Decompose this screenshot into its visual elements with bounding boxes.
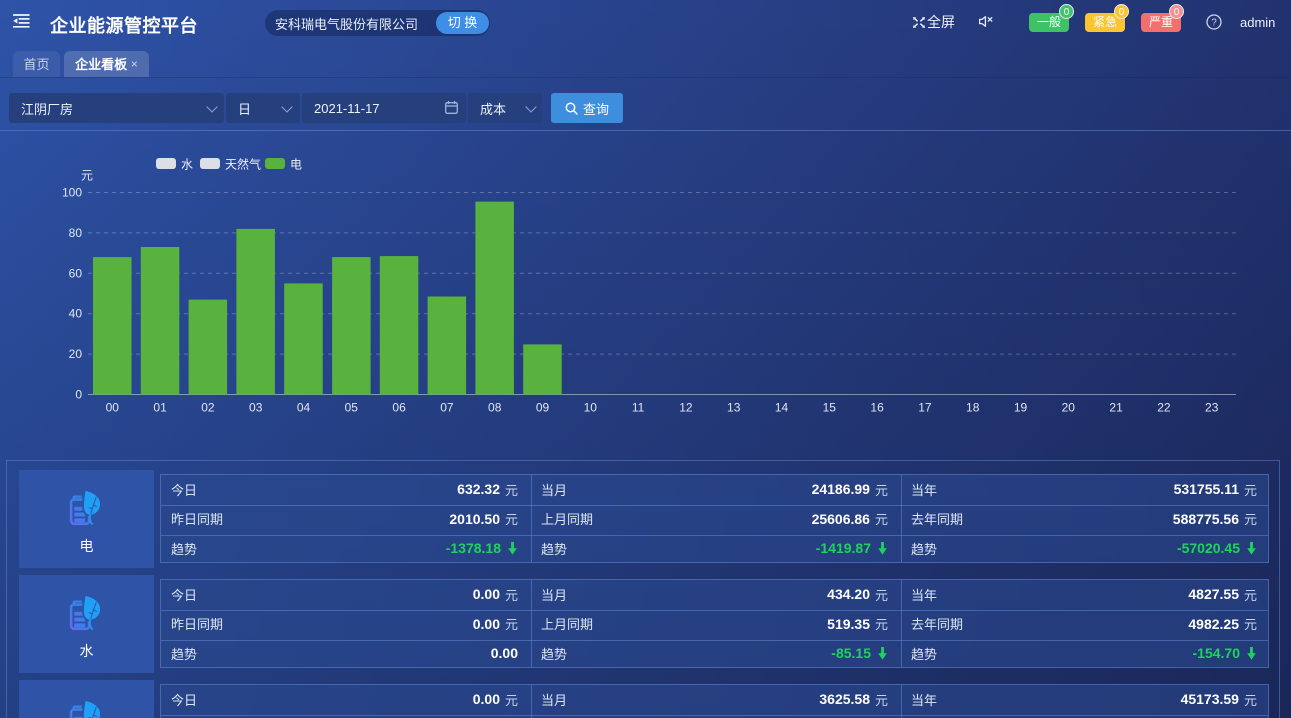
svg-text:08: 08: [488, 401, 502, 415]
svg-text:03: 03: [249, 401, 263, 415]
svg-text:05: 05: [345, 401, 359, 415]
svg-text:01: 01: [153, 401, 167, 415]
svg-text:06: 06: [392, 401, 406, 415]
svg-text:天然气: 天然气: [225, 157, 261, 172]
svg-text:0: 0: [75, 388, 82, 402]
svg-text:电: 电: [290, 158, 302, 172]
svg-text:17: 17: [918, 401, 932, 415]
svg-text:10: 10: [584, 401, 598, 415]
svg-text:19: 19: [1014, 401, 1028, 415]
svg-text:15: 15: [823, 401, 837, 415]
svg-text:04: 04: [297, 401, 311, 415]
svg-text:22: 22: [1157, 401, 1171, 415]
svg-text:水: 水: [181, 158, 193, 172]
svg-text:16: 16: [870, 401, 884, 415]
svg-text:07: 07: [440, 401, 454, 415]
svg-text:20: 20: [69, 347, 83, 361]
svg-text:14: 14: [775, 401, 789, 415]
svg-text:80: 80: [69, 226, 83, 240]
svg-text:12: 12: [679, 401, 693, 415]
svg-text:100: 100: [62, 186, 82, 200]
svg-text:40: 40: [69, 307, 83, 321]
svg-text:20: 20: [1062, 401, 1076, 415]
svg-text:00: 00: [106, 401, 120, 415]
svg-text:11: 11: [632, 401, 645, 415]
svg-text:09: 09: [536, 401, 550, 415]
svg-text:02: 02: [201, 401, 215, 415]
svg-text:18: 18: [966, 401, 980, 415]
svg-text:元: 元: [81, 169, 93, 183]
svg-text:13: 13: [727, 401, 741, 415]
svg-text:21: 21: [1109, 401, 1123, 415]
svg-text:60: 60: [69, 266, 83, 280]
svg-text:23: 23: [1205, 401, 1219, 415]
